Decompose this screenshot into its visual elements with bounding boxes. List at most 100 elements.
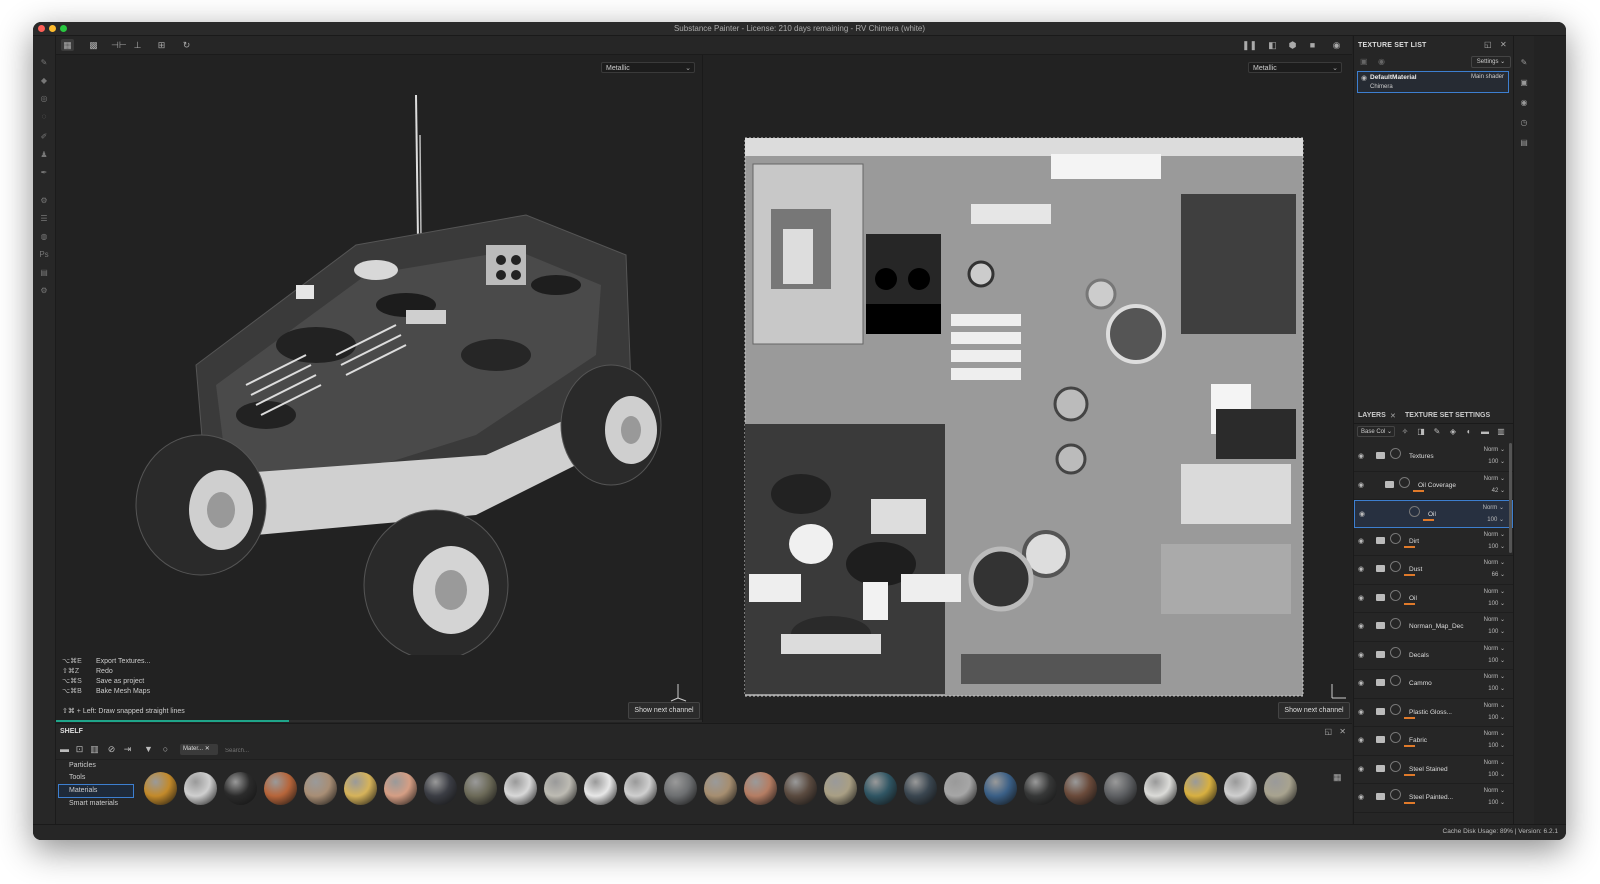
- texture-set-settings-dropdown[interactable]: Settings ⌄: [1471, 56, 1511, 68]
- plugin-gear-icon[interactable]: ⚙: [39, 286, 49, 296]
- layer-row[interactable]: ◉ Steel Painted... Norm ⌄ 100 ⌄: [1354, 784, 1513, 813]
- tab-layers[interactable]: LAYERS: [1358, 412, 1386, 419]
- layer-thumbnail[interactable]: [1390, 589, 1401, 601]
- material-thumbnail[interactable]: [264, 772, 297, 805]
- mask-icon[interactable]: ◨: [1416, 426, 1426, 437]
- import-icon[interactable]: ⇥: [122, 744, 133, 755]
- material-thumbnail[interactable]: [1064, 772, 1097, 805]
- undock-icon[interactable]: ◱: [1484, 40, 1492, 49]
- fill-layer-icon[interactable]: ◈: [1448, 426, 1458, 437]
- material-thumbnail[interactable]: [1184, 772, 1217, 805]
- viewport-2d[interactable]: Metallic ⌄ Show next channel: [703, 55, 1352, 722]
- undock-icon[interactable]: ◱: [1324, 727, 1332, 736]
- opacity-value[interactable]: 42 ⌄: [1492, 487, 1505, 494]
- viewport-3d[interactable]: Metallic ⌄ ⌥⌘E Export Textures... ⇧⌘Z Re…: [56, 55, 703, 722]
- eye-icon[interactable]: ◉: [1358, 708, 1364, 716]
- layer-row[interactable]: ◉AluminiumNorm ⌄ ⌄: [1354, 813, 1513, 818]
- tab-layers-close-icon[interactable]: ✕: [1390, 412, 1396, 420]
- material-thumbnail[interactable]: [824, 772, 857, 805]
- material-thumbnail[interactable]: [224, 772, 257, 805]
- layer-row[interactable]: ◉ Plastic Gloss... Norm ⌄ 100 ⌄: [1354, 699, 1513, 727]
- material-thumbnail[interactable]: [1104, 772, 1137, 805]
- layer-row[interactable]: ◉ Fabric Norm ⌄ 100 ⌄: [1354, 727, 1513, 756]
- layer-row[interactable]: ◉ Steel Stained Norm ⌄ 100 ⌄: [1354, 756, 1513, 784]
- blend-mode[interactable]: Norm ⌄: [1484, 588, 1505, 595]
- blend-mode[interactable]: Norm ⌄: [1484, 730, 1505, 737]
- layer-row[interactable]: ◉ Oil Norm ⌄ 100 ⌄: [1354, 585, 1513, 613]
- folder-icon[interactable]: ▬: [59, 744, 70, 755]
- hide-icon[interactable]: ⊘: [106, 744, 117, 755]
- opacity-value[interactable]: 100 ⌄: [1488, 771, 1505, 778]
- layer-row[interactable]: ◉ Cammo Norm ⌄ 100 ⌄: [1354, 670, 1513, 699]
- layer-thumbnail[interactable]: [1390, 760, 1401, 772]
- align-icon[interactable]: ⊥: [131, 39, 144, 51]
- opacity-value[interactable]: 100 ⌄: [1488, 742, 1505, 749]
- document-icon[interactable]: ▤: [39, 268, 49, 278]
- color-picker-icon[interactable]: ✒: [39, 168, 49, 178]
- category-particles[interactable]: Particles: [56, 760, 136, 772]
- folder-icon[interactable]: [1385, 480, 1394, 488]
- folder-icon[interactable]: [1376, 793, 1385, 800]
- eye-icon[interactable]: ◉: [1358, 651, 1364, 659]
- layer-thumbnail[interactable]: [1390, 532, 1401, 544]
- history-icon[interactable]: ☰: [39, 214, 49, 224]
- eye-icon[interactable]: ◉: [1358, 537, 1364, 545]
- add-mask-icon[interactable]: ◐: [1464, 426, 1474, 437]
- eraser-icon[interactable]: ◆: [39, 76, 49, 86]
- opacity-value[interactable]: 100 ⌄: [1488, 657, 1505, 664]
- blend-mode[interactable]: Norm ⌄: [1484, 475, 1505, 482]
- zoom-light[interactable]: [60, 25, 67, 32]
- layer-thumbnail[interactable]: [1390, 561, 1401, 572]
- material-thumbnail[interactable]: [704, 772, 737, 805]
- category-materials[interactable]: Materials: [58, 784, 134, 798]
- material-thumbnail[interactable]: [504, 772, 537, 805]
- material-thumbnail[interactable]: [784, 772, 817, 805]
- display-settings-icon[interactable]: ◉: [1519, 98, 1529, 108]
- layer-row[interactable]: ◉ Norman_Map_Dec... Norm ⌄ 100 ⌄: [1354, 613, 1513, 642]
- blend-mode[interactable]: Norm ⌄: [1484, 787, 1505, 794]
- close-light[interactable]: [38, 25, 45, 32]
- folder-icon[interactable]: [1376, 593, 1385, 601]
- projection-icon[interactable]: ◎: [39, 94, 49, 104]
- uv-layout-icon[interactable]: ▩: [87, 39, 100, 51]
- blend-mode[interactable]: Norm ⌄: [1484, 616, 1505, 623]
- eye-icon[interactable]: ◉: [1358, 765, 1364, 773]
- layer-row[interactable]: ◉ Oil Coverage Norm ⌄ 42 ⌄: [1354, 472, 1513, 500]
- layer-thumbnail[interactable]: [1390, 618, 1401, 629]
- paint-brush-icon[interactable]: ✎: [39, 58, 49, 68]
- blend-mode[interactable]: Norm ⌄: [1484, 531, 1505, 538]
- category-tools[interactable]: Tools: [56, 772, 136, 784]
- layer-thumbnail[interactable]: [1390, 703, 1401, 715]
- effects-icon[interactable]: ✧: [1400, 426, 1410, 437]
- pause-icon[interactable]: ❚❚: [1242, 39, 1257, 51]
- material-thumbnail[interactable]: [304, 772, 337, 805]
- eye-icon[interactable]: ◉: [1358, 565, 1364, 573]
- paint-layer-icon[interactable]: ✎: [1432, 426, 1442, 437]
- history-icon[interactable]: ◷: [1519, 118, 1529, 128]
- eye-icon[interactable]: ◉: [1358, 793, 1364, 801]
- layer-settings-icon[interactable]: ◍: [39, 232, 49, 242]
- layer-scrollbar[interactable]: [1509, 443, 1512, 553]
- delete-layer-icon[interactable]: ▥: [1496, 426, 1506, 437]
- folder-icon[interactable]: [1376, 452, 1385, 459]
- brush-settings-icon[interactable]: ✎: [1519, 58, 1529, 68]
- eye-icon[interactable]: ◉: [1358, 594, 1364, 602]
- material-thumbnail[interactable]: [1144, 772, 1177, 805]
- blend-mode[interactable]: Norm ⌄: [1484, 559, 1505, 566]
- folder-icon[interactable]: [1376, 736, 1385, 743]
- material-thumbnail[interactable]: [184, 772, 217, 805]
- opacity-value[interactable]: 100 ⌄: [1488, 458, 1505, 465]
- cube-icon[interactable]: ⬢: [1286, 39, 1299, 51]
- blend-mode[interactable]: Norm ⌄: [1484, 816, 1505, 818]
- folder-icon[interactable]: [1376, 650, 1385, 658]
- layer-thumbnail[interactable]: [1390, 675, 1401, 686]
- material-thumbnail[interactable]: [1264, 772, 1297, 805]
- clone-stamp-icon[interactable]: ♟: [39, 150, 49, 160]
- add-frame-icon[interactable]: ⊞: [155, 39, 168, 51]
- eye-icon[interactable]: ◉: [1358, 622, 1364, 630]
- shelf-search-input[interactable]: [222, 744, 1337, 757]
- layer-thumbnail[interactable]: [1390, 448, 1401, 459]
- camera-split-icon[interactable]: ◧: [1266, 39, 1279, 51]
- opacity-value[interactable]: 100 ⌄: [1488, 685, 1505, 692]
- close-icon[interactable]: ✕: [1339, 727, 1346, 736]
